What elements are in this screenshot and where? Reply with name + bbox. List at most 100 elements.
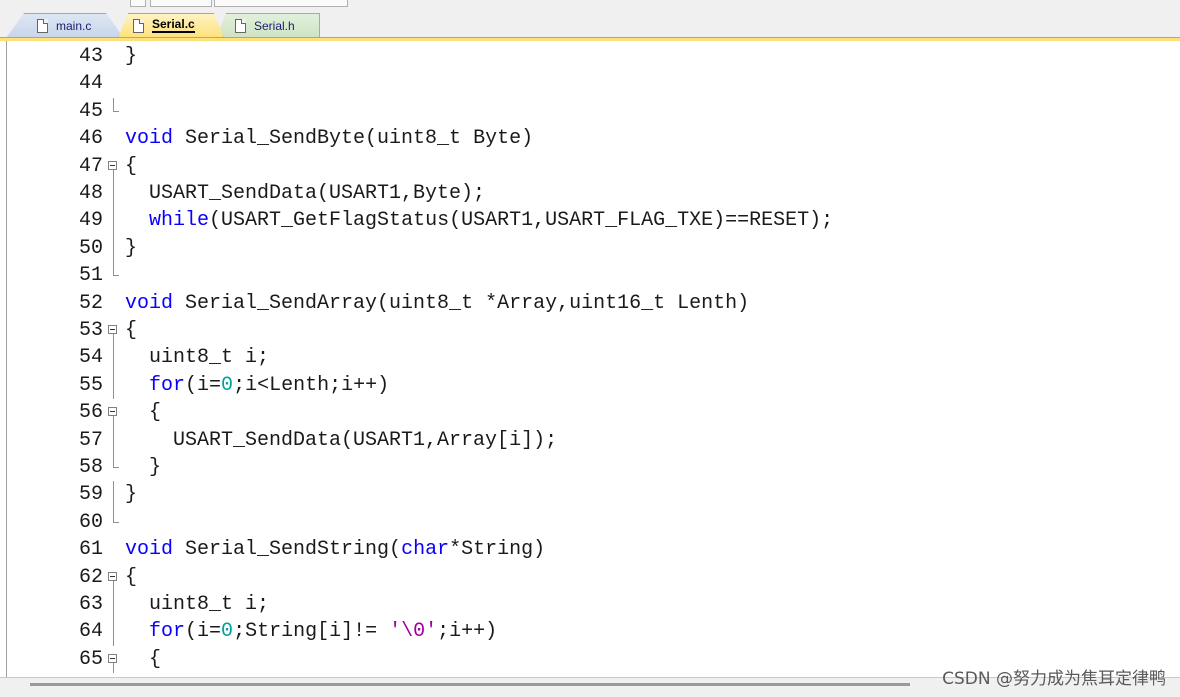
- code-line[interactable]: 60: [7, 508, 1180, 536]
- fold-gutter: [108, 43, 120, 70]
- code-line[interactable]: 48 USART_SendData(USART1,Byte);: [7, 180, 1180, 208]
- fold-guide: [108, 481, 120, 509]
- toolbar-button-stub[interactable]: [150, 0, 212, 7]
- code-text: USART_SendData(USART1,Array[i]);: [125, 428, 558, 452]
- line-number: 52: [78, 291, 103, 315]
- code-text: {: [125, 647, 162, 671]
- line-number: 59: [78, 483, 103, 507]
- line-number: 56: [78, 401, 103, 425]
- line-number: 45: [78, 99, 103, 123]
- code-line[interactable]: 55 for(i=0;i<Lenth;i++): [7, 371, 1180, 400]
- fold-collapse-icon[interactable]: [108, 153, 120, 180]
- code-line[interactable]: 52 void Serial_SendArray(uint8_t *Array,u…: [7, 290, 1180, 317]
- file-icon: [133, 18, 144, 33]
- code-line[interactable]: 53 {: [7, 317, 1180, 345]
- code-line[interactable]: 49 while(USART_GetFlagStatus(USART1,USAR…: [7, 207, 1180, 235]
- line-number: 64: [78, 620, 103, 644]
- fold-collapse-icon[interactable]: [108, 646, 120, 674]
- line-number: 55: [78, 373, 103, 397]
- code-line[interactable]: 58 }: [7, 454, 1180, 481]
- fold-end-icon: [108, 454, 120, 481]
- line-number: 65: [78, 647, 103, 671]
- file-icon: [37, 18, 48, 33]
- editor-tab-bar: main.c Serial.h Serial.c: [0, 10, 1180, 38]
- line-number: 49: [78, 209, 103, 233]
- fold-collapse-icon[interactable]: [108, 564, 120, 591]
- fold-end-icon: [108, 508, 120, 536]
- line-number: 43: [78, 45, 103, 68]
- code-text: USART_SendData(USART1,Byte);: [125, 182, 486, 205]
- code-line[interactable]: 45: [7, 97, 1180, 125]
- tab-label: main.c: [56, 18, 92, 33]
- code-text: for(i=0;String[i]!= '\0';i++): [149, 620, 498, 644]
- fold-gutter: [108, 70, 120, 97]
- code-line[interactable]: 44: [7, 70, 1180, 97]
- code-text: uint8_t i;: [125, 346, 270, 370]
- code-text: {: [125, 565, 138, 589]
- line-number: 62: [78, 565, 103, 589]
- fold-guide: [108, 371, 120, 400]
- code-text: }: [125, 236, 138, 260]
- code-line[interactable]: 54 uint8_t i;: [7, 344, 1180, 372]
- code-text: void Serial_SendArray(uint8_t *Array,uin…: [125, 291, 750, 315]
- line-number: 48: [78, 182, 103, 205]
- fold-guide: [108, 344, 120, 372]
- fold-collapse-icon[interactable]: [108, 317, 120, 345]
- line-number: 60: [78, 510, 103, 534]
- code-text: while(USART_GetFlagStatus(USART1,USART_F…: [149, 209, 834, 233]
- fold-guide: [108, 618, 120, 646]
- code-line[interactable]: 59}: [7, 481, 1180, 509]
- code-editor[interactable]: 43} 44 45 46 void Serial_SendByte(uint8_t By…: [6, 41, 1180, 677]
- code-line[interactable]: 50}: [7, 234, 1180, 263]
- fold-end-icon: [108, 262, 120, 289]
- code-text: void Serial_SendByte(uint8_t Byte): [125, 127, 534, 151]
- tab-label: Serial.c: [152, 17, 195, 33]
- code-line[interactable]: 57 USART_SendData(USART1,Array[i]);: [7, 426, 1180, 454]
- fold-gutter: [108, 536, 120, 563]
- tab-serial-c[interactable]: Serial.c: [118, 13, 224, 38]
- code-text: }: [125, 483, 138, 507]
- line-number: 50: [78, 236, 103, 260]
- code-line[interactable]: 64 for(i=0;String[i]!= '\0';i++): [7, 618, 1180, 646]
- line-number: 51: [78, 264, 103, 288]
- line-number: 47: [78, 154, 103, 178]
- code-line[interactable]: 61 void Serial_SendString(char*String): [7, 536, 1180, 563]
- horizontal-scrollbar[interactable]: [30, 683, 910, 686]
- file-icon: [235, 18, 246, 33]
- line-number: 58: [78, 456, 103, 479]
- code-text: }: [125, 456, 162, 479]
- line-number: 44: [78, 72, 103, 96]
- code-line[interactable]: 62 {: [7, 564, 1180, 591]
- toolbar-button-stub[interactable]: [130, 0, 146, 7]
- line-number: 53: [78, 319, 103, 342]
- tab-serial-h[interactable]: Serial.h: [216, 13, 320, 38]
- line-number: 54: [78, 346, 103, 370]
- fold-end-icon: [108, 97, 120, 125]
- fold-gutter: [108, 125, 120, 152]
- watermark: CSDN @努力成为焦耳定律鸭: [942, 669, 1166, 689]
- line-number: 57: [78, 428, 103, 452]
- code-text: for(i=0;i<Lenth;i++): [149, 373, 390, 397]
- line-number: 46: [78, 127, 103, 151]
- tab-main-c[interactable]: main.c: [6, 13, 124, 38]
- line-number: 63: [78, 593, 103, 616]
- code-line[interactable]: 47 {: [7, 153, 1180, 180]
- toolbar-button-stub[interactable]: [214, 0, 348, 7]
- line-number: 61: [78, 538, 103, 562]
- code-line[interactable]: 63 uint8_t i;: [7, 591, 1180, 619]
- code-text: }: [125, 45, 138, 68]
- code-text: uint8_t i;: [125, 593, 270, 616]
- fold-guide: [108, 234, 120, 263]
- fold-guide: [108, 426, 120, 454]
- code-text: {: [125, 401, 162, 425]
- code-line[interactable]: 51: [7, 262, 1180, 289]
- fold-guide: [108, 591, 120, 619]
- code-text: {: [125, 319, 138, 342]
- code-line[interactable]: 46 void Serial_SendByte(uint8_t Byte): [7, 125, 1180, 152]
- fold-guide: [108, 180, 120, 208]
- code-text: void Serial_SendString(char*String): [125, 538, 546, 562]
- fold-collapse-icon[interactable]: [108, 399, 120, 427]
- code-line[interactable]: 56 {: [7, 399, 1180, 427]
- fold-guide: [108, 207, 120, 235]
- code-line[interactable]: 43}: [7, 43, 1180, 70]
